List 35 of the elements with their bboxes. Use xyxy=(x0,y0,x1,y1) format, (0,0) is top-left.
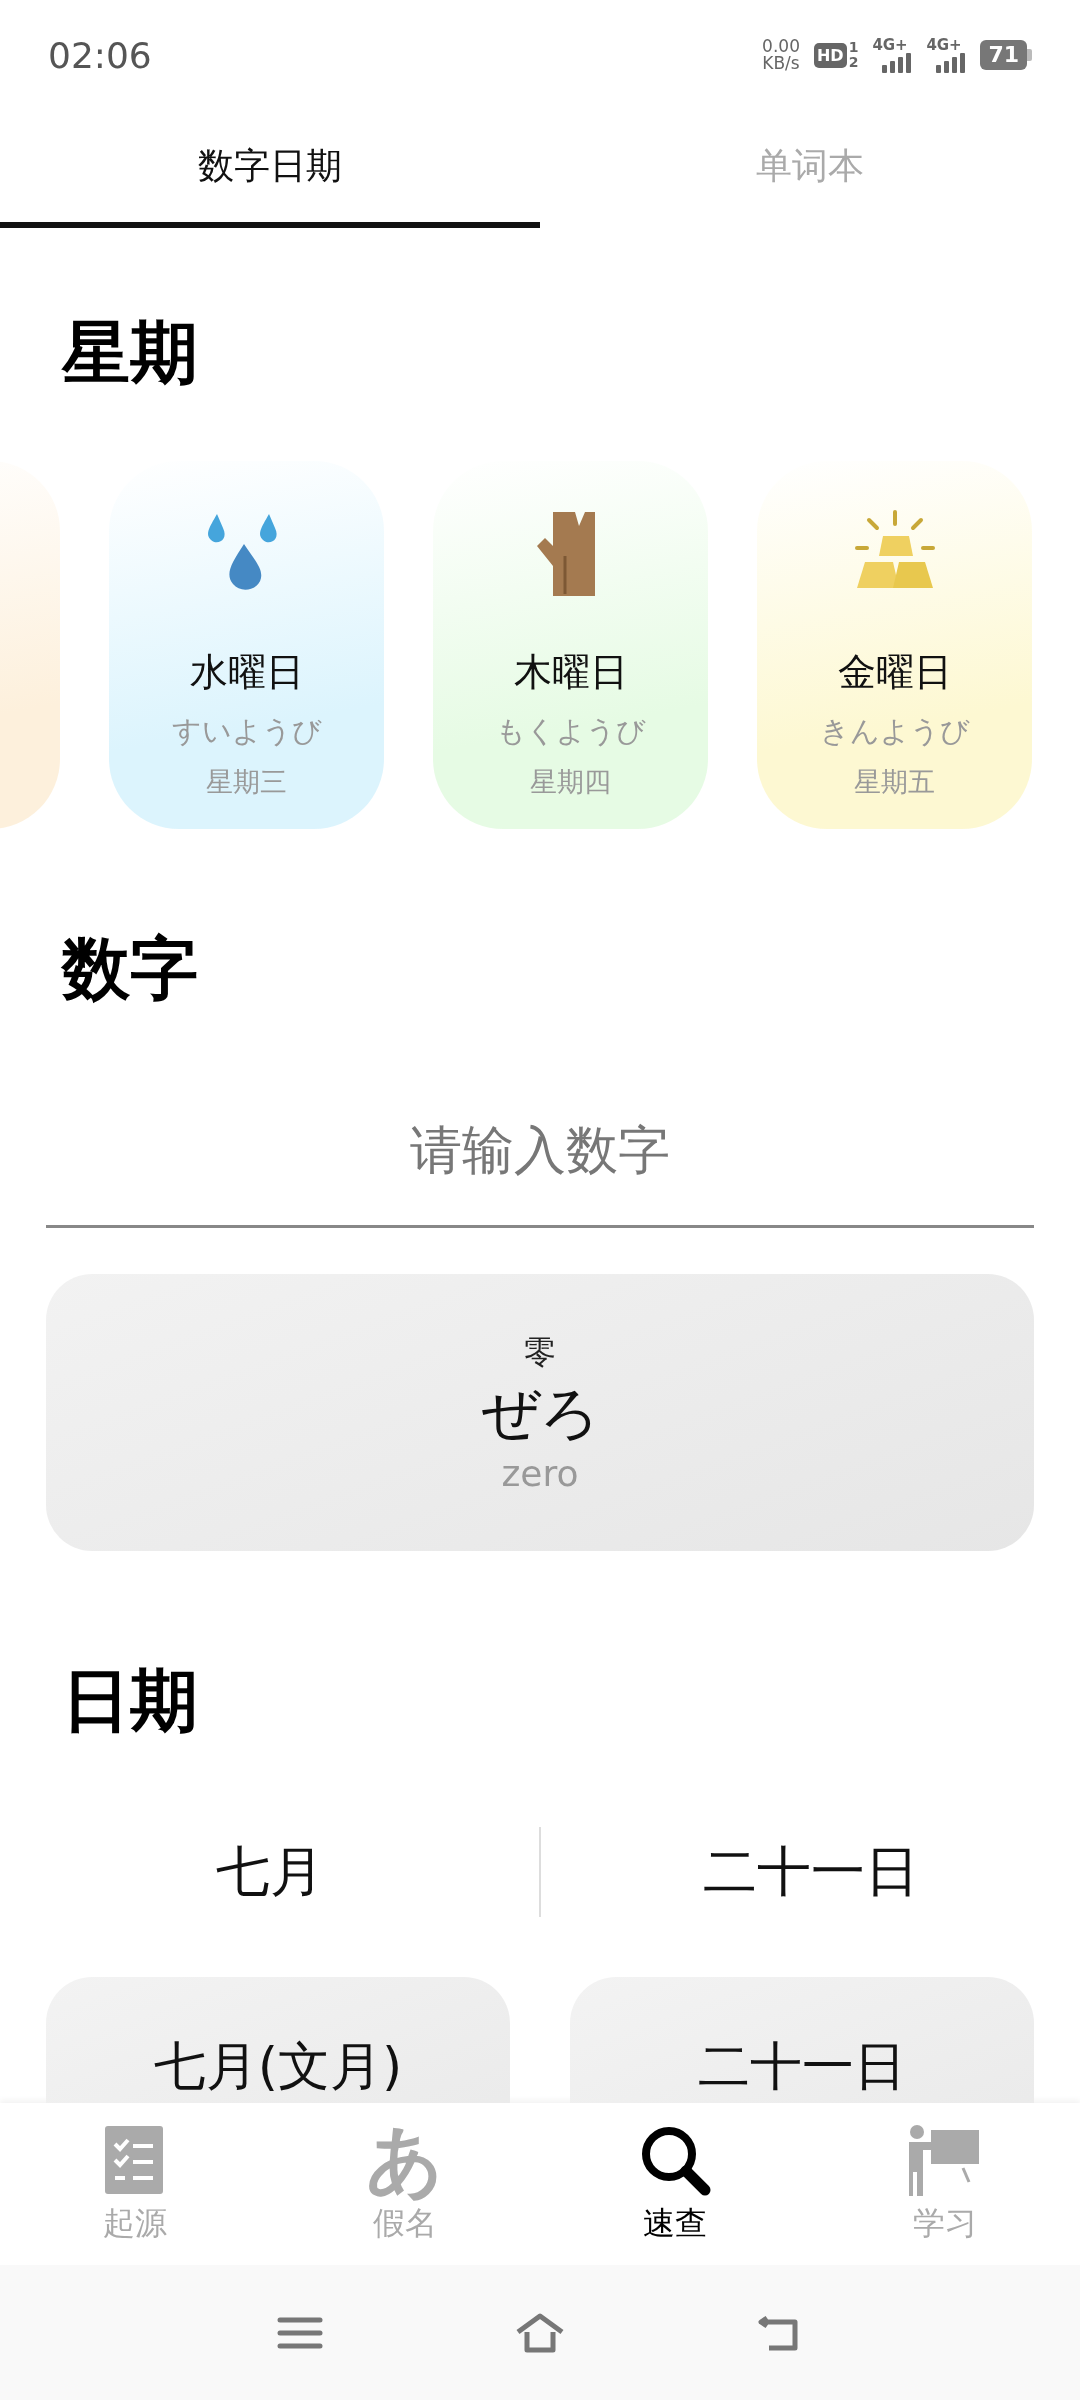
battery-level: 71 xyxy=(980,40,1027,70)
weekday-card[interactable]: 金曜日 きんようび 星期五 xyxy=(757,461,1032,829)
month-picker[interactable]: 七月 xyxy=(0,1835,539,1909)
speed-unit: KB/s xyxy=(762,55,800,72)
number-reading: ぜろ xyxy=(481,1378,599,1449)
date-title: 二十一日 xyxy=(698,2035,906,2098)
weekday-name: 木曜日 xyxy=(513,649,628,696)
weekday-card[interactable]: 木曜日 もくようび 星期四 xyxy=(433,461,708,829)
sim-number: 1 xyxy=(848,40,859,55)
number-kanji: 零 xyxy=(524,1332,556,1373)
section-title: 日期 xyxy=(61,1660,199,1742)
hd-badge: HD xyxy=(813,42,847,68)
sim-number: 2 xyxy=(848,55,859,70)
weekday-translation: 星期五 xyxy=(854,765,935,799)
day-picker[interactable]: 二十一日 xyxy=(541,1835,1080,1909)
weekday-translation: 星期三 xyxy=(206,765,287,799)
clock: 02:06 xyxy=(48,34,152,76)
section-title: 数字 xyxy=(60,928,199,1010)
nav-item[interactable]: 速查 xyxy=(540,2103,810,2265)
battery-tip-icon xyxy=(1027,49,1032,61)
number-english: zero xyxy=(501,1453,579,1494)
date-title: 七月(文月) xyxy=(153,2035,403,2098)
network-type: 4G+ xyxy=(872,37,908,53)
weekday-reading: きんようび xyxy=(819,713,970,750)
number-input[interactable]: 请输入数字 xyxy=(46,1100,1034,1228)
weekday-translation: 星期四 xyxy=(530,765,611,799)
network-type: 4G+ xyxy=(926,37,962,53)
tab[interactable]: 数字日期 xyxy=(0,110,540,228)
weekday-reading: もくようび xyxy=(495,713,646,750)
weekday-card[interactable]: 水曜日 すいようび 星期三 xyxy=(109,461,384,829)
weekday-name: 水曜日 xyxy=(189,649,304,696)
section-title: 星期 xyxy=(60,312,199,394)
weekday-name: 金曜日 xyxy=(837,649,952,696)
network-speed: 0.00 xyxy=(762,38,800,55)
weekday-reading: すいようび xyxy=(171,713,322,750)
